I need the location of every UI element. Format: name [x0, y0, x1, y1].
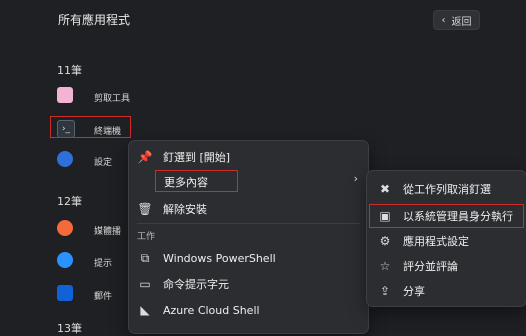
all-apps-title: 所有應用程式 — [58, 13, 131, 27]
task-command-prompt[interactable]: ▭ 命令提示字元 — [129, 272, 368, 296]
back-label: 返回 — [451, 16, 472, 28]
section-header-12: 12筆 — [57, 195, 82, 208]
submenu-item-label: 分享 — [403, 285, 425, 298]
submenu-item-label: 以系統管理員身分執行 — [403, 210, 513, 223]
gear-icon: ⚙ — [379, 234, 391, 248]
submenu-item-run-as-admin[interactable]: ▣ 以系統管理員身分執行 — [367, 204, 526, 228]
app-mail[interactable]: 郵件 — [94, 289, 112, 302]
submenu-item-label: 評分並評論 — [403, 260, 458, 273]
tips-icon — [57, 252, 73, 268]
menu-item-label: 更多內容 — [164, 176, 208, 189]
cmd-icon: ▭ — [139, 277, 151, 291]
task-label: Windows PowerShell — [163, 251, 276, 265]
powershell-icon: ⧉ — [140, 250, 150, 265]
tasks-section-label: 工作 — [137, 232, 156, 242]
unpin-icon: ✖ — [379, 182, 391, 196]
back-button[interactable]: ‹ 返回 — [433, 10, 480, 30]
snipping-tool-icon — [57, 87, 73, 103]
pin-icon: 📌 — [137, 150, 153, 164]
section-header-13: 13筆 — [57, 322, 82, 335]
submenu-item-label: 應用程式設定 — [403, 235, 469, 248]
menu-item-label: 釘選到 [開始] — [163, 151, 231, 164]
submenu-item-rate-review[interactable]: ☆ 評分並評論 — [367, 254, 526, 278]
menu-item-pin-start[interactable]: 📌 釘選到 [開始] — [129, 145, 368, 169]
submenu-item-label: 從工作列取消釘選 — [403, 183, 491, 196]
app-settings[interactable]: 設定 — [94, 155, 112, 168]
menu-item-uninstall[interactable]: 🗑 解除安裝 — [129, 197, 368, 221]
menu-item-more-content[interactable]: 更多內容 — [155, 170, 238, 192]
share-icon: ⇪ — [379, 284, 391, 298]
task-label: Azure Cloud Shell — [163, 303, 260, 317]
app-snipping-tool[interactable]: 剪取工具 — [94, 91, 130, 104]
submenu-item-app-settings[interactable]: ⚙ 應用程式設定 — [367, 229, 526, 253]
task-azure-cloud-shell[interactable]: ◣ Azure Cloud Shell — [129, 298, 368, 322]
terminal-highlight-box — [50, 116, 131, 138]
task-windows-powershell[interactable]: ⧉ Windows PowerShell — [129, 246, 368, 270]
azure-icon: ◣ — [140, 303, 150, 317]
app-tips[interactable]: 提示 — [94, 256, 112, 269]
app-media-player[interactable]: 媒體播 — [94, 224, 121, 237]
rating-icon: ☆ — [379, 259, 391, 273]
admin-icon: ▣ — [379, 209, 391, 223]
menu-item-label: 解除安裝 — [163, 203, 207, 216]
task-label: 命令提示字元 — [163, 278, 229, 291]
context-menu: 📌 釘選到 [開始] 更多內容 › 🗑 解除安裝 工作 ⧉ Windows Po… — [128, 140, 369, 334]
chevron-left-icon: ‹ — [441, 14, 446, 26]
media-player-icon — [57, 220, 73, 236]
submenu-item-share[interactable]: ⇪ 分享 — [367, 279, 526, 303]
settings-icon — [57, 151, 73, 167]
submenu-item-unpin-taskbar[interactable]: ✖ 從工作列取消釘選 — [367, 177, 526, 201]
chevron-right-icon: › — [353, 172, 358, 185]
more-content-submenu: ✖ 從工作列取消釘選 ▣ 以系統管理員身分執行 ⚙ 應用程式設定 ☆ 評分並評論… — [366, 170, 526, 307]
mail-icon — [57, 285, 73, 301]
section-header-11: 11筆 — [57, 64, 82, 77]
menu-separator — [137, 223, 360, 224]
trash-icon: 🗑 — [137, 202, 153, 216]
